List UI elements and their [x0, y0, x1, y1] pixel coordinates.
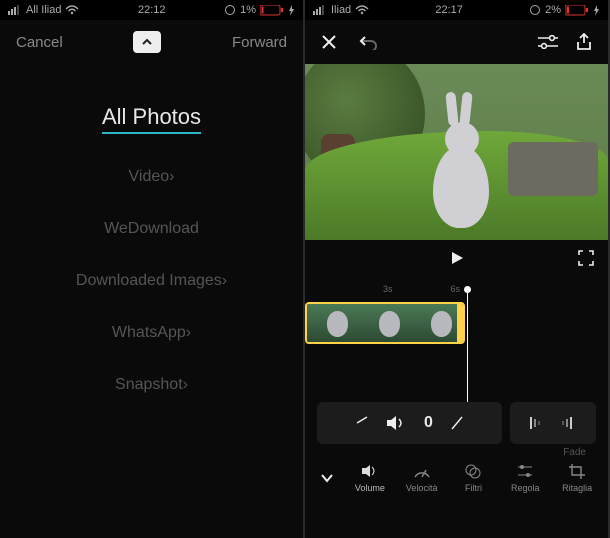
preview-rock — [508, 142, 598, 196]
settings-sliders-icon[interactable] — [538, 33, 558, 51]
phone-album-picker: All Iliad 22:12 1% Cancel Forward All Ph… — [0, 0, 303, 538]
album-item-all-photos[interactable]: All Photos — [102, 104, 201, 134]
tool-label: Regola — [511, 483, 540, 493]
clip-trim-handle[interactable] — [457, 302, 465, 344]
album-list: All Photos Video› WeDownload Downloaded … — [0, 64, 303, 538]
chevron-down-icon — [320, 473, 334, 483]
phone-video-editor: Iliad 22:17 2% — [305, 0, 608, 538]
speedometer-icon — [413, 463, 431, 479]
nav-bar: Cancel Forward — [0, 20, 303, 64]
undo-icon[interactable] — [359, 34, 379, 50]
wifi-icon — [355, 5, 369, 15]
fullscreen-icon[interactable] — [578, 250, 594, 266]
playback-row — [305, 240, 608, 276]
clip-thumb — [359, 304, 411, 342]
status-bar: All Iliad 22:12 1% — [0, 0, 303, 20]
carrier-label: All Iliad — [26, 4, 61, 16]
tool-label: Volume — [355, 483, 385, 493]
album-item-video[interactable]: Video› — [129, 168, 175, 186]
collapse-chip[interactable] — [133, 31, 161, 53]
clip-thumb — [307, 304, 359, 342]
clock-label: 22:12 — [138, 4, 166, 16]
album-item-snapshot[interactable]: Snapshot› — [115, 376, 188, 394]
filters-icon — [464, 463, 482, 479]
battery-icon — [260, 5, 284, 16]
tick-label: 3s — [383, 284, 393, 298]
volume-block[interactable]: 0 — [317, 402, 502, 444]
bottom-toolbar: Volume Velocità Filtri Regola Ritaglia — [305, 450, 608, 506]
wifi-icon — [65, 5, 79, 15]
tool-label: Ritaglia — [562, 483, 592, 493]
charging-icon — [593, 5, 600, 16]
charging-icon — [288, 5, 295, 16]
signal-icon — [8, 5, 22, 15]
carrier-label: Iliad — [331, 4, 351, 16]
volume-icon — [361, 463, 379, 479]
toolbar-collapse[interactable] — [311, 473, 343, 483]
fade-block[interactable] — [510, 402, 596, 444]
fade-in-icon[interactable] — [528, 414, 546, 432]
tool-volume[interactable]: Volume — [345, 463, 395, 493]
cancel-button[interactable]: Cancel — [16, 34, 63, 51]
sync-icon — [224, 4, 236, 16]
preview-character — [423, 112, 499, 240]
sync-icon — [529, 4, 541, 16]
tick-label: 6s — [451, 284, 461, 298]
volume-up-icon[interactable] — [451, 416, 463, 430]
timeline[interactable]: 3s 6s — [305, 276, 608, 356]
adjust-sliders-icon — [516, 463, 534, 479]
clock-label: 22:17 — [435, 4, 463, 16]
chevron-up-icon — [141, 38, 153, 46]
export-icon[interactable] — [576, 33, 592, 51]
crop-icon — [568, 463, 586, 479]
tool-adjust[interactable]: Regola — [500, 463, 550, 493]
status-bar: Iliad 22:17 2% — [305, 0, 608, 20]
battery-percent: 2% — [545, 4, 561, 16]
tool-filters[interactable]: Filtri — [449, 463, 499, 493]
controls-row: 0 Fade — [305, 396, 608, 450]
fade-label: Fade — [563, 447, 586, 458]
tool-speed[interactable]: Velocità — [397, 463, 447, 493]
editor-top-bar — [305, 20, 608, 64]
speaker-icon — [386, 415, 406, 431]
video-preview[interactable] — [305, 64, 608, 240]
signal-icon — [313, 5, 327, 15]
tool-label: Velocità — [406, 483, 438, 493]
album-item-downloaded-images[interactable]: Downloaded Images› — [76, 272, 227, 290]
clip-thumb — [411, 304, 463, 342]
forward-button[interactable]: Forward — [232, 34, 287, 51]
timeline-ticks: 3s 6s — [305, 284, 608, 298]
battery-percent: 1% — [240, 4, 256, 16]
fade-out-icon[interactable] — [560, 414, 578, 432]
album-item-whatsapp[interactable]: WhatsApp› — [112, 324, 191, 342]
volume-down-icon[interactable] — [356, 416, 368, 430]
video-clip[interactable] — [305, 302, 465, 344]
tool-label: Filtri — [465, 483, 482, 493]
playhead[interactable] — [467, 276, 468, 356]
tool-crop[interactable]: Ritaglia — [552, 463, 602, 493]
close-icon[interactable] — [321, 34, 337, 50]
volume-value: 0 — [424, 414, 433, 432]
battery-icon — [565, 5, 589, 16]
play-icon[interactable] — [449, 250, 465, 266]
album-item-wedownload[interactable]: WeDownload — [104, 220, 199, 238]
